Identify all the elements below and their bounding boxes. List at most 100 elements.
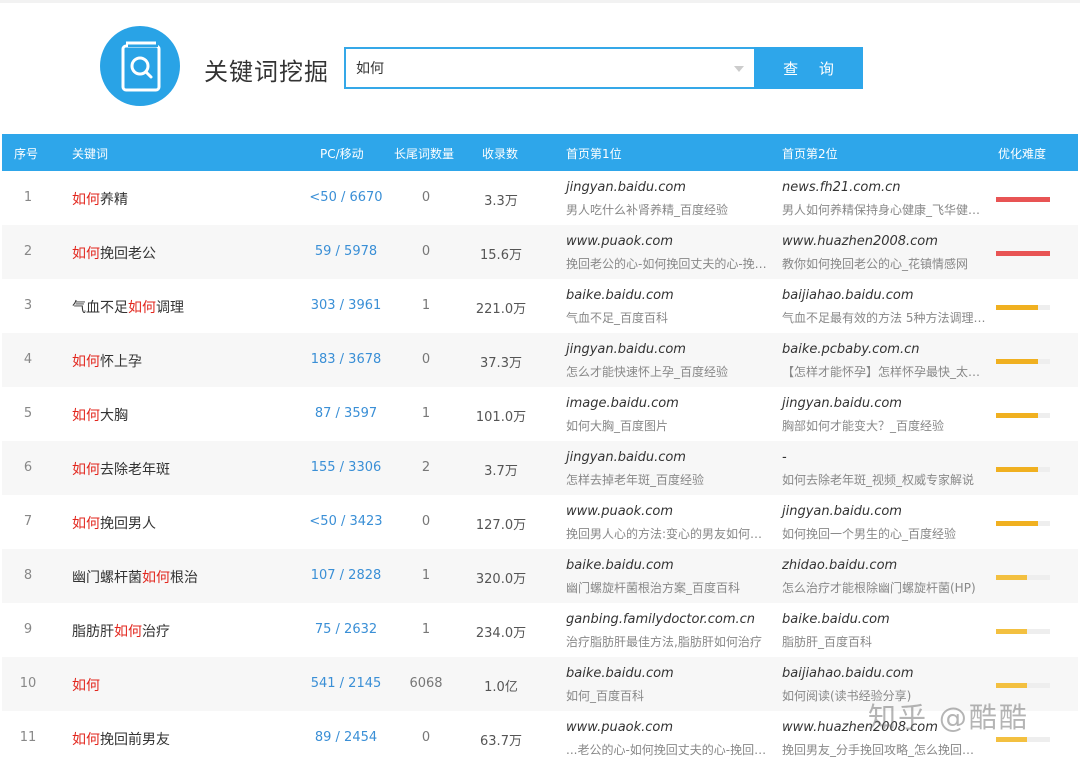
rank2-site[interactable]: baike.pcbaby.com.cn (782, 342, 919, 357)
difficulty-fill (996, 575, 1028, 580)
indexed-count: 3.3万 (484, 194, 518, 209)
rank1-site[interactable]: www.puaok.com (566, 720, 673, 735)
keyword-highlight: 如何 (72, 516, 100, 532)
pc-mobile-volume[interactable]: 303 / 3961 (292, 298, 400, 313)
rank1-desc: 如何_百度百科 (566, 689, 645, 703)
rank1-site[interactable]: jingyan.baidu.com (566, 180, 686, 195)
keyword-highlight: 如何 (72, 192, 100, 208)
header-indexed: 收录数 (482, 147, 519, 161)
keyword-link[interactable]: 如何去除老年斑 (72, 459, 170, 479)
pc-mobile-volume[interactable]: 183 / 3678 (292, 352, 400, 367)
difficulty-bar (996, 521, 1050, 526)
rank2-site[interactable]: www.huazhen2008.com (782, 234, 938, 249)
indexed-count: 63.7万 (480, 734, 522, 749)
rank2-site[interactable]: baijiahao.baidu.com (782, 288, 914, 303)
pc-mobile-volume[interactable]: 75 / 2632 (292, 622, 400, 637)
rank2-site[interactable]: news.fh21.com.cn (782, 180, 901, 195)
table-row[interactable]: 4 如何怀上孕 183 / 3678 0 37.3万 jingyan.baidu.com 怎… (2, 333, 1078, 387)
keyword-link[interactable]: 幽门螺杆菌如何根治 (72, 567, 198, 587)
rank1-desc: 男人吃什么补肾养精_百度经验 (566, 203, 729, 217)
rank1-site[interactable]: www.puaok.com (566, 234, 673, 249)
rank1-desc: 幽门螺旋杆菌根治方案_百度百科 (566, 581, 741, 595)
keyword-highlight: 如何 (72, 732, 100, 748)
table-row[interactable]: 7 如何挽回男人 <50 / 3423 0 127.0万 www.puaok.com 挽回男… (2, 495, 1078, 549)
rank2-site[interactable]: - (782, 450, 787, 465)
pc-mobile-volume[interactable]: 59 / 5978 (292, 244, 400, 259)
keyword-link[interactable]: 如何 (72, 675, 100, 695)
keyword-suffix: 去除老年斑 (100, 462, 170, 478)
rank1-site[interactable]: baike.baidu.com (566, 288, 674, 303)
table-row[interactable]: 8 幽门螺杆菌如何根治 107 / 2828 1 320.0万 baike.baidu.c… (2, 549, 1078, 603)
longtail-count: 0 (421, 190, 431, 205)
difficulty-fill (996, 521, 1039, 526)
pc-mobile-volume[interactable]: 89 / 2454 (292, 730, 400, 745)
longtail-count: 0 (421, 730, 431, 745)
difficulty-bar (996, 629, 1050, 634)
table-row[interactable]: 9 脂肪肝如何治疗 75 / 2632 1 234.0万 ganbing.familydo… (2, 603, 1078, 657)
rank2-site[interactable]: jingyan.baidu.com (782, 396, 902, 411)
table-row[interactable]: 1 如何养精 <50 / 6670 0 3.3万 jingyan.baidu.com 男人吃… (2, 171, 1078, 225)
keyword-link[interactable]: 气血不足如何调理 (72, 297, 184, 317)
pc-mobile-volume[interactable]: <50 / 6670 (292, 190, 400, 205)
difficulty-fill (996, 683, 1028, 688)
rank2-site[interactable]: baike.baidu.com (782, 612, 890, 627)
app-logo (100, 26, 180, 106)
difficulty-fill (996, 629, 1028, 634)
pc-mobile-volume[interactable]: 107 / 2828 (292, 568, 400, 583)
keyword-prefix: 气血不足 (72, 300, 128, 316)
keyword-suffix: 挽回老公 (100, 246, 156, 262)
rank1-site[interactable]: jingyan.baidu.com (566, 342, 686, 357)
keyword-link[interactable]: 脂肪肝如何治疗 (72, 621, 170, 641)
keyword-link[interactable]: 如何养精 (72, 189, 128, 209)
longtail-count: 1 (421, 622, 431, 637)
rank1-site[interactable]: ganbing.familydoctor.com.cn (566, 612, 755, 627)
table-row[interactable]: 5 如何大胸 87 / 3597 1 101.0万 image.baidu.com 如何大胸… (2, 387, 1078, 441)
rank2-desc: 胸部如何才能变大？_百度经验 (782, 419, 945, 433)
rank1-desc: 挽回老公的心-如何挽回丈夫的心-挽回婚姻 (566, 257, 770, 271)
search-input[interactable] (356, 49, 716, 87)
keyword-link[interactable]: 如何大胸 (72, 405, 128, 425)
rank2-desc: 【怎样才能怀孕】怎样怀孕最快_太平洋亲子网 (782, 365, 986, 379)
keyword-highlight: 如何 (72, 462, 100, 478)
rank1-desc: 怎样去掉老年斑_百度经验 (566, 473, 705, 487)
pc-mobile-volume[interactable]: <50 / 3423 (292, 514, 400, 529)
keyword-link[interactable]: 如何挽回男人 (72, 513, 156, 533)
pc-mobile-volume[interactable]: 541 / 2145 (292, 676, 400, 691)
longtail-count: 1 (421, 298, 431, 313)
row-index: 10 (19, 676, 37, 691)
indexed-count: 127.0万 (475, 518, 527, 533)
rank1-site[interactable]: image.baidu.com (566, 396, 679, 411)
watermark: 知乎 @酷酷 (868, 701, 1029, 734)
pc-mobile-volume[interactable]: 87 / 3597 (292, 406, 400, 421)
keyword-select[interactable] (344, 47, 754, 89)
rank1-desc: 如何大胸_百度图片 (566, 419, 669, 433)
rank2-desc: 如何去除老年斑_视频_权威专家解说 (782, 473, 975, 487)
keyword-link[interactable]: 如何怀上孕 (72, 351, 142, 371)
rank2-site[interactable]: baijiahao.baidu.com (782, 666, 914, 681)
row-index: 9 (23, 622, 33, 637)
table-row[interactable]: 6 如何去除老年斑 155 / 3306 2 3.7万 jingyan.baidu.com… (2, 441, 1078, 495)
table-row[interactable]: 3 气血不足如何调理 303 / 3961 1 221.0万 baike.baidu.co… (2, 279, 1078, 333)
chevron-down-icon[interactable] (734, 66, 744, 72)
rank1-site[interactable]: baike.baidu.com (566, 666, 674, 681)
rank2-site[interactable]: zhidao.baidu.com (782, 558, 897, 573)
row-index: 3 (23, 298, 33, 313)
keyword-link[interactable]: 如何挽回老公 (72, 243, 156, 263)
rank2-site[interactable]: jingyan.baidu.com (782, 504, 902, 519)
rank1-site[interactable]: jingyan.baidu.com (566, 450, 686, 465)
longtail-count: 0 (421, 514, 431, 529)
indexed-count: 15.6万 (480, 248, 522, 263)
header-difficulty: 优化难度 (998, 147, 1047, 161)
rank1-site[interactable]: baike.baidu.com (566, 558, 674, 573)
pc-mobile-volume[interactable]: 155 / 3306 (292, 460, 400, 475)
row-index: 4 (23, 352, 33, 367)
rank1-desc: 怎么才能快速怀上孕_百度经验 (566, 365, 729, 379)
header-rank1: 首页第1位 (566, 147, 622, 161)
table-row[interactable]: 2 如何挽回老公 59 / 5978 0 15.6万 www.puaok.com 挽回老公的… (2, 225, 1078, 279)
rank1-site[interactable]: www.puaok.com (566, 504, 673, 519)
longtail-count: 2 (421, 460, 431, 475)
search-button[interactable]: 查 询 (754, 47, 863, 89)
row-index: 1 (23, 190, 33, 205)
keyword-highlight: 如何 (72, 408, 100, 424)
keyword-link[interactable]: 如何挽回前男友 (72, 729, 170, 749)
